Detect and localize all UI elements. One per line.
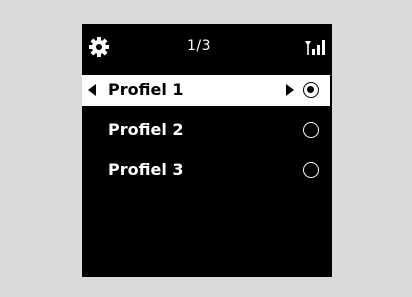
profile-item-3[interactable]: Profiel 3 <box>82 155 330 186</box>
profile-item-1[interactable]: Profiel 1 <box>82 75 330 106</box>
radio-button-checked[interactable] <box>303 82 319 98</box>
device-screen: 1/3 Profiel 1 Profiel 2 Profiel 3 <box>82 24 332 277</box>
radio-button[interactable] <box>303 162 319 178</box>
profile-label: Profiel 2 <box>108 120 184 139</box>
radio-button[interactable] <box>303 122 319 138</box>
profile-label: Profiel 1 <box>108 80 184 99</box>
profile-item-2[interactable]: Profiel 2 <box>82 115 330 146</box>
profile-label: Profiel 3 <box>108 160 184 179</box>
antenna-signal-icon <box>305 40 325 55</box>
profile-list: Profiel 1 Profiel 2 Profiel 3 <box>82 75 332 195</box>
status-bar: 1/3 <box>82 24 332 70</box>
right-arrow-icon <box>286 84 294 96</box>
gear-icon[interactable] <box>88 36 110 58</box>
left-arrow-icon <box>88 84 96 96</box>
page-indicator: 1/3 <box>187 38 212 54</box>
